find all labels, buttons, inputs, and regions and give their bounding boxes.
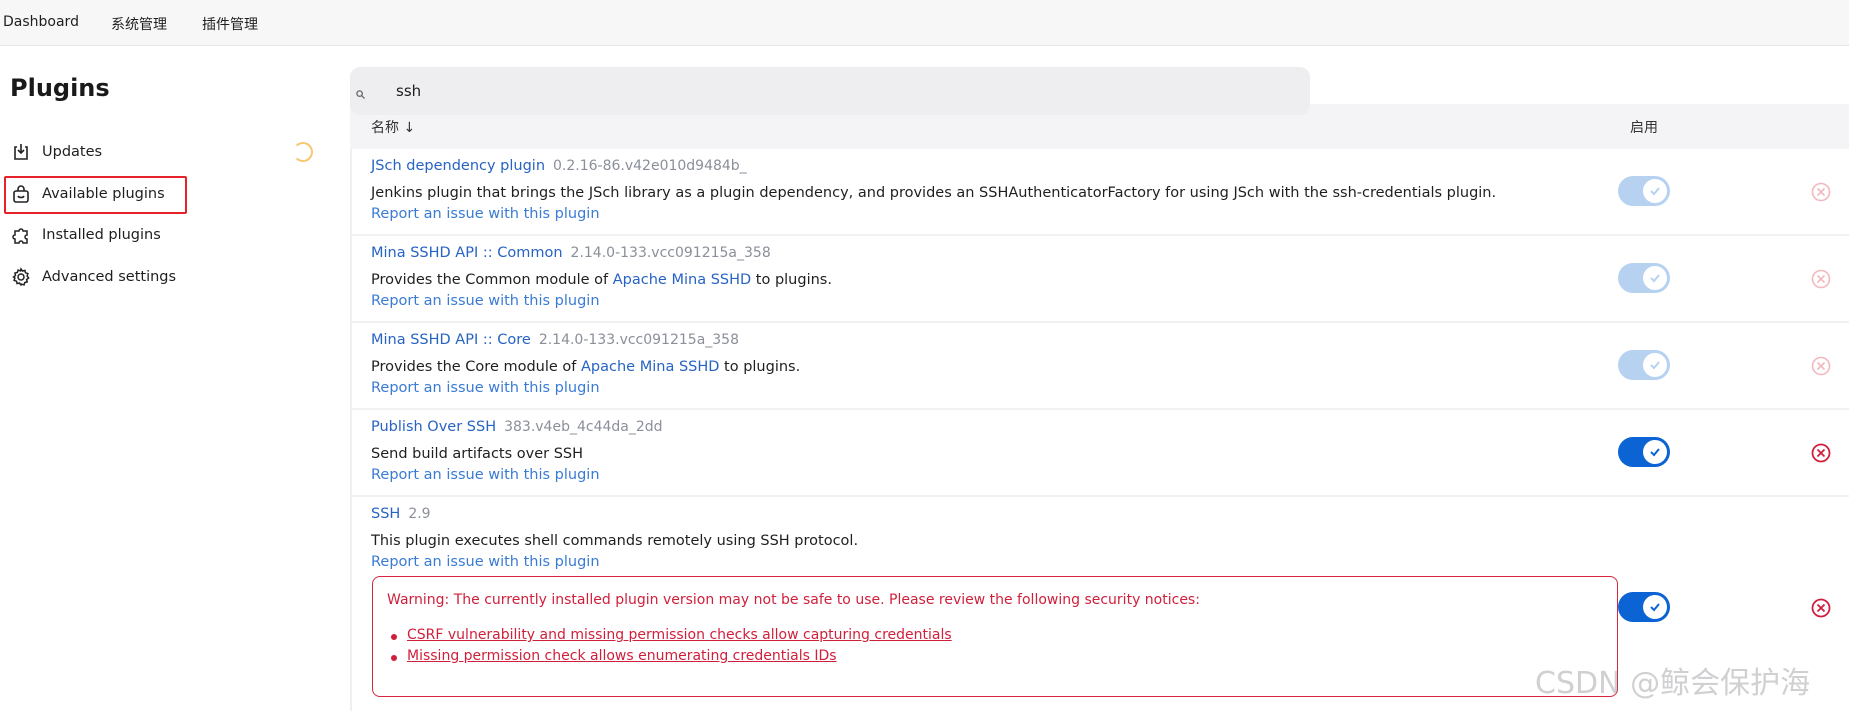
plugin-description: Provides the Common module of Apache Min… — [371, 272, 832, 288]
table-row: Publish Over SSH 383.v4eb_4c44da_2dd Send… — [352, 410, 1849, 497]
page-title: Plugins — [10, 74, 110, 102]
security-warning-box: Warning: The currently installed plugin … — [372, 576, 1618, 697]
plugin-version: 2.14.0-133.vcc091215a_358 — [538, 332, 739, 348]
sidebar-item-label: Updates — [42, 144, 103, 160]
report-issue-link[interactable]: Report an issue with this plugin — [371, 380, 600, 396]
plugin-name-link[interactable]: SSH 2.9 — [371, 506, 431, 522]
breadcrumb-dashboard[interactable]: Dashboard — [3, 14, 79, 30]
plugin-version: 2.14.0-133.vcc091215a_358 — [570, 245, 771, 261]
selected-item-highlight — [4, 176, 187, 214]
column-header-name[interactable]: 名称 ↓ — [371, 117, 415, 137]
plugin-name-link[interactable]: Mina SSHD API :: Common 2.14.0-133.vcc091… — [371, 245, 771, 261]
enable-toggle — [1618, 176, 1670, 206]
report-issue-link[interactable]: Report an issue with this plugin — [371, 293, 600, 309]
enable-toggle — [1618, 263, 1670, 293]
uninstall-icon[interactable] — [1810, 442, 1832, 464]
plugin-name-link[interactable]: Mina SSHD API :: Core 2.14.0-133.vcc09121… — [371, 332, 739, 348]
plugin-version: 0.2.16-86.v42e010d9484b_ — [553, 158, 747, 174]
loading-spinner-icon — [293, 142, 313, 162]
plugin-name-link[interactable]: JSch dependency plugin 0.2.16-86.v42e010d… — [371, 158, 747, 174]
plugin-description: Send build artifacts over SSH — [371, 446, 584, 462]
sidebar-item-installed-plugins[interactable]: Installed plugins — [10, 218, 210, 252]
report-issue-link[interactable]: Report an issue with this plugin — [371, 554, 600, 570]
apache-mina-sshd-link[interactable]: Apache Mina SSHD — [581, 359, 719, 375]
enable-toggle[interactable] — [1618, 437, 1670, 467]
plugin-description: Provides the Core module of Apache Mina … — [371, 359, 801, 375]
check-icon — [1643, 440, 1667, 464]
search-input[interactable] — [396, 80, 996, 102]
security-notice-link[interactable]: Missing permission check allows enumerat… — [391, 648, 952, 669]
plugin-version: 383.v4eb_4c44da_2dd — [504, 419, 663, 435]
enable-toggle[interactable] — [1618, 592, 1670, 622]
check-icon — [1643, 353, 1667, 377]
uninstall-icon — [1810, 355, 1832, 377]
watermark: CSDN @鲸会保护海 — [1535, 666, 1811, 701]
gear-icon — [10, 266, 32, 288]
plugin-name-link[interactable]: Publish Over SSH 383.v4eb_4c44da_2dd — [371, 419, 663, 435]
table-row: Mina SSHD API :: Common 2.14.0-133.vcc091… — [352, 236, 1849, 323]
breadcrumb-plugin-admin[interactable]: 插件管理 — [202, 14, 258, 34]
report-issue-link[interactable]: Report an issue with this plugin — [371, 206, 600, 222]
report-issue-link[interactable]: Report an issue with this plugin — [371, 467, 600, 483]
column-header-enabled: 启用 — [1630, 120, 1658, 136]
breadcrumb-system-admin[interactable]: 系统管理 — [111, 14, 167, 34]
check-icon — [1643, 266, 1667, 290]
sidebar-item-advanced-settings[interactable]: Advanced settings — [10, 260, 210, 294]
sidebar-item-updates[interactable]: Updates — [10, 135, 210, 169]
uninstall-icon[interactable] — [1810, 597, 1832, 619]
enable-toggle — [1618, 350, 1670, 380]
sidebar-item-label: Advanced settings — [42, 269, 177, 285]
plugin-version: 2.9 — [408, 506, 431, 522]
puzzle-icon — [10, 224, 32, 246]
search-icon — [356, 84, 365, 103]
table-row: JSch dependency plugin 0.2.16-86.v42e010d… — [352, 149, 1849, 236]
sidebar-item-label: Installed plugins — [42, 227, 161, 243]
plugin-description: This plugin executes shell commands remo… — [371, 533, 859, 549]
security-notice-link[interactable]: CSRF vulnerability and missing permissio… — [391, 627, 952, 648]
check-icon — [1643, 595, 1667, 619]
security-notice-list: CSRF vulnerability and missing permissio… — [391, 627, 952, 669]
download-icon — [10, 141, 32, 163]
top-breadcrumb-bar: Dashboard 系统管理 插件管理 — [0, 0, 1849, 46]
table-row: Mina SSHD API :: Core 2.14.0-133.vcc09121… — [352, 323, 1849, 410]
warning-text: Warning: The currently installed plugin … — [387, 592, 1200, 608]
uninstall-icon — [1810, 181, 1832, 203]
plugin-description: Jenkins plugin that brings the JSch libr… — [371, 185, 1497, 201]
apache-mina-sshd-link[interactable]: Apache Mina SSHD — [613, 272, 751, 288]
uninstall-icon — [1810, 268, 1832, 290]
check-icon — [1643, 179, 1667, 203]
